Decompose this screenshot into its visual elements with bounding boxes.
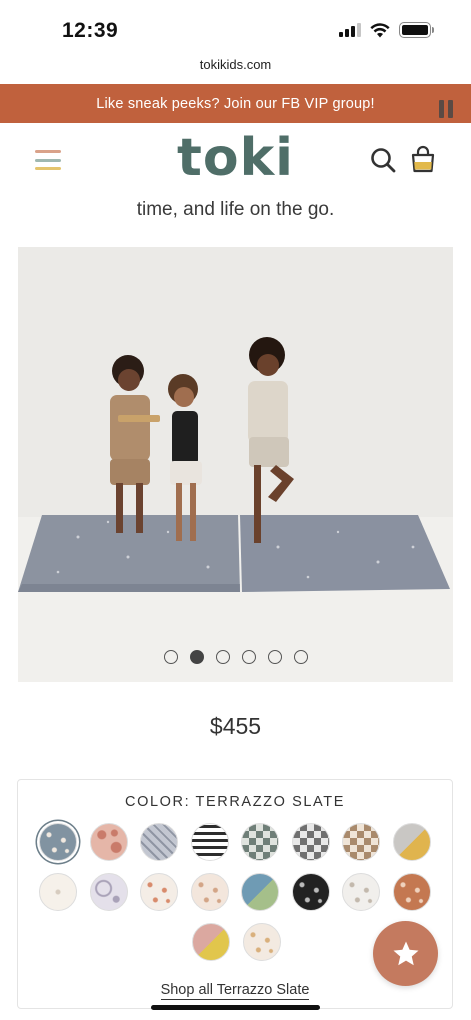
color-swatch[interactable] [39, 873, 77, 911]
color-swatch[interactable] [242, 923, 281, 961]
star-icon [393, 941, 418, 965]
color-swatch[interactable] [190, 823, 229, 861]
carousel-dot[interactable] [163, 650, 178, 664]
logo[interactable]: toki [0, 128, 471, 188]
pause-icon[interactable] [437, 100, 455, 118]
product-photo [18, 247, 453, 682]
color-swatch[interactable] [392, 873, 431, 911]
color-swatch[interactable] [190, 873, 229, 911]
color-swatch[interactable] [192, 923, 230, 961]
rewards-button[interactable] [373, 921, 438, 986]
carousel-dot[interactable] [267, 650, 282, 664]
color-swatch[interactable] [89, 823, 128, 861]
promo-text[interactable]: Like sneak peeks? Join our FB VIP group! [96, 96, 375, 112]
color-heading: COLOR: TERRAZZO SLATE [125, 794, 345, 810]
carousel-dot[interactable] [293, 650, 308, 664]
color-swatch[interactable] [392, 823, 431, 861]
carousel-dots [18, 650, 453, 664]
promo-banner[interactable]: Like sneak peeks? Join our FB VIP group! [0, 84, 471, 123]
color-swatch[interactable] [39, 823, 77, 861]
status-time: 12:39 [62, 19, 119, 42]
battery-icon [399, 22, 434, 38]
swatch-row-2 [39, 873, 431, 911]
color-swatch[interactable] [241, 873, 279, 911]
signal-icon [339, 23, 361, 37]
color-swatch[interactable] [291, 823, 330, 861]
color-swatch[interactable] [291, 873, 330, 911]
color-swatch[interactable] [140, 823, 178, 861]
carousel-dot[interactable] [215, 650, 230, 664]
shop-all-link-label[interactable]: Shop all Terrazzo Slate [160, 982, 310, 1000]
site-header: toki [0, 123, 471, 198]
carousel-dot[interactable] [189, 650, 204, 664]
color-swatch[interactable] [342, 873, 380, 911]
home-indicator [151, 1005, 320, 1010]
url-bar[interactable]: tokikids.com [0, 57, 471, 83]
color-swatch[interactable] [89, 873, 128, 911]
color-swatch[interactable] [241, 823, 279, 861]
swatch-row-1 [39, 823, 431, 861]
color-swatch[interactable] [140, 873, 178, 911]
swatch-row-3 [192, 923, 281, 961]
page: 12:39 tokikids.com Like sneak peeks? Joi… [0, 0, 471, 1020]
wifi-icon [370, 22, 390, 37]
shop-all-link[interactable]: Shop all Terrazzo Slate [18, 982, 452, 1000]
bag-icon[interactable] [410, 145, 436, 173]
product-price: $455 [209, 713, 262, 739]
status-icons [339, 22, 434, 38]
product-image[interactable] [18, 247, 453, 682]
color-swatch[interactable] [342, 823, 380, 861]
carousel-dot[interactable] [241, 650, 256, 664]
tagline: time, and life on the go. [136, 199, 335, 220]
status-bar: 12:39 [0, 0, 471, 60]
search-icon[interactable] [370, 147, 396, 173]
